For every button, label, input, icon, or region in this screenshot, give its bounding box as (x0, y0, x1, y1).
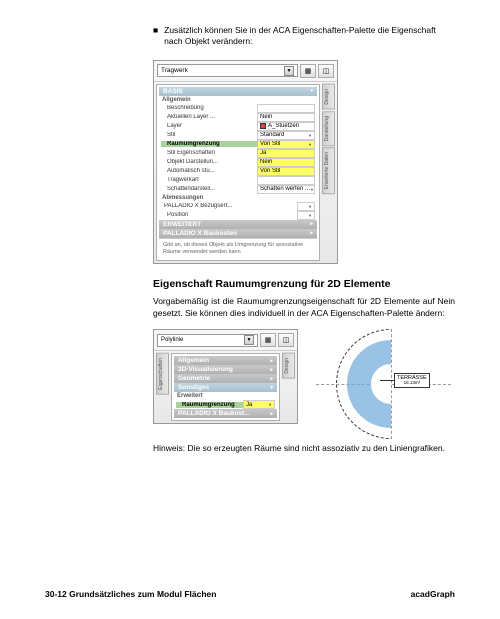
color-swatch-icon (260, 123, 266, 129)
group-allgemein[interactable]: Allgemein▸ (174, 356, 277, 365)
bullet-text: Zusätzlich können Sie in der ACA Eigensc… (164, 25, 455, 48)
chevron-down-icon: ▼ (284, 66, 294, 76)
prop-value[interactable] (257, 176, 315, 185)
panel-toolbar: Tragwerk ▼ ▦ ◫ (154, 61, 337, 82)
prop-label: Beschreibung (161, 105, 257, 111)
prop-value[interactable]: Nein (257, 158, 315, 167)
prop-value[interactable]: Nein (257, 113, 315, 122)
note-text: Hinweis: Die so erzeugten Räume sind nic… (153, 443, 455, 454)
prop-row: Tragwerkart (159, 176, 317, 185)
prop-value[interactable]: Von Stil▼ (257, 140, 315, 149)
properties-palette-1: Tragwerk ▼ ▦ ◫ BASIS▾ Allgemein Beschrei… (153, 60, 338, 264)
prop-value[interactable]: Ja▼ (243, 400, 275, 409)
prop-label: Layer (161, 123, 257, 129)
prop-label: Tragwerkart (161, 177, 257, 183)
prop-row-raumumgrenzung: Raumumgrenzung Von Stil▼ (159, 140, 317, 149)
leader-line (380, 380, 394, 381)
prop-label: Position (161, 212, 297, 218)
prop-row: Layer A_Stuetzen (159, 122, 317, 131)
filter-icon[interactable]: ▦ (300, 64, 316, 78)
section-heading: Eigenschaft Raumumgrenzung für 2D Elemen… (153, 278, 455, 290)
prop-value[interactable]: Ja (257, 149, 315, 158)
prop-label: Automatisch stu... (161, 168, 257, 174)
group-palladio[interactable]: PALLADIO X Baukost...▸ (174, 409, 277, 418)
prop-label: Schattendarstell... (161, 186, 257, 192)
prop-value[interactable]: Von Stil (257, 167, 315, 176)
prop-row: Position ▼ (159, 211, 317, 220)
prop-label: Objekt Darstellun... (161, 159, 257, 165)
terrace-diagram: TERRASSE 18.13m² (316, 329, 451, 439)
prop-value[interactable]: A_Stuetzen (257, 122, 315, 131)
prop-row-raumumgrenzung: Raumumgrenzung Ja▼ (174, 400, 277, 409)
prop-row: Stil Standard▼ (159, 131, 317, 140)
tab-erweiterte-daten[interactable]: Erweiterte Daten (322, 147, 335, 194)
prop-value[interactable]: ▼ (297, 202, 315, 211)
prop-row: Beschreibung (159, 104, 317, 113)
prop-value[interactable] (257, 104, 315, 113)
filter-icon[interactable]: ▦ (260, 333, 276, 347)
prop-row: Stil Eigenschaften Ja (159, 149, 317, 158)
prop-value[interactable]: Schatten werfen ...▼ (257, 185, 315, 194)
prop-label: Stil Eigenschaften (161, 150, 257, 156)
chevron-down-icon: ▼ (308, 213, 312, 218)
help-text: Gibt an, ob dieses Objekt als Umgrenzung… (159, 238, 317, 258)
chevron-down-icon: ▼ (308, 142, 312, 147)
tab-design[interactable]: Design (282, 353, 295, 379)
properties-list: BASIS▾ Allgemein Beschreibung Aktuellen … (156, 84, 320, 261)
subgroup-allgemein: Allgemein (159, 96, 317, 104)
prop-label: Raumumgrenzung (161, 141, 257, 147)
prop-row: Automatisch stu... Von Stil (159, 167, 317, 176)
prop-label: Raumumgrenzung (176, 402, 243, 408)
pin-icon[interactable]: ◫ (278, 333, 294, 347)
object-type-dropdown[interactable]: Tragwerk ▼ (157, 64, 298, 77)
subgroup-abmessungen: Abmessungen (159, 194, 317, 202)
properties-list: Allgemein▸ 3D-Visualisierung▸ Geometrie▸… (171, 353, 280, 421)
tab-darstellung[interactable]: Darstellung (322, 111, 335, 146)
page-footer: 30-12 Grundsätzliches zum Modul Flächen … (45, 589, 455, 599)
panel-toolbar: Polylinie ▼ ▦ ◫ (154, 330, 297, 351)
footer-left: 30-12 Grundsätzliches zum Modul Flächen (45, 589, 216, 599)
properties-palette-2: Polylinie ▼ ▦ ◫ Eigenschaften Allgemein▸… (153, 329, 298, 424)
chevron-down-icon: ▼ (308, 133, 312, 138)
chevron-down-icon: ▼ (244, 335, 254, 345)
group-3d-vis[interactable]: 3D-Visualisierung▸ (174, 365, 277, 374)
prop-value[interactable]: Standard▼ (257, 131, 315, 140)
tab-eigenschaften[interactable]: Eigenschaften (156, 353, 169, 395)
side-tabs: Design Darstellung Erweiterte Daten (322, 84, 335, 261)
chevron-down-icon: ▼ (308, 204, 312, 209)
chevron-down-icon: ▼ (268, 402, 272, 407)
group-geometrie[interactable]: Geometrie▸ (174, 374, 277, 383)
bullet-mark: ■ (153, 25, 158, 48)
pin-icon[interactable]: ◫ (318, 64, 334, 78)
room-area: 18.13m² (397, 381, 427, 386)
prop-row: Schattendarstell... Schatten werfen ...▼ (159, 185, 317, 194)
object-type-dropdown[interactable]: Polylinie ▼ (157, 334, 258, 347)
bullet-item: ■ Zusätzlich können Sie in der ACA Eigen… (153, 25, 455, 48)
prop-row: Objekt Darstellun... Nein (159, 158, 317, 167)
footer-right: acadGraph (411, 589, 455, 599)
prop-row: Aktuellen Layer ... Nein (159, 113, 317, 122)
group-sonstiges[interactable]: Sonstiges▾ (174, 383, 277, 392)
group-erweitert[interactable]: ERWEITERT▸ (159, 220, 317, 229)
dropdown-value: Polylinie (161, 337, 183, 343)
chevron-down-icon: ▼ (310, 187, 314, 192)
tab-design[interactable]: Design (322, 84, 335, 110)
prop-value[interactable]: ▼ (297, 211, 315, 220)
dropdown-value: Tragwerk (161, 67, 188, 74)
subgroup-erweitert: Erweitert (174, 392, 277, 400)
room-label: TERRASSE 18.13m² (394, 373, 430, 388)
body-paragraph: Vorgabemäßig ist die Raumumgrenzungseige… (153, 296, 455, 319)
axis-vertical (391, 329, 392, 439)
prop-label: PALLADIO X Bezugsert... (161, 203, 297, 209)
group-palladio[interactable]: PALLADIO X Baukosten▸ (159, 229, 317, 238)
group-basis[interactable]: BASIS▾ (159, 87, 317, 96)
prop-row: PALLADIO X Bezugsert... ▼ (159, 202, 317, 211)
prop-label: Stil (161, 132, 257, 138)
prop-label: Aktuellen Layer ... (161, 114, 257, 120)
